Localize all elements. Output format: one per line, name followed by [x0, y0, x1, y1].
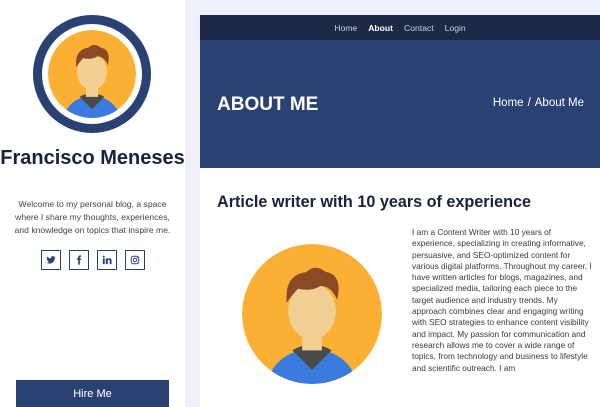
author-bio: Welcome to my personal blog, a space whe…	[14, 199, 171, 235]
breadcrumb-home[interactable]: Home	[493, 97, 524, 109]
nav-contact[interactable]: Contact	[404, 23, 434, 33]
hire-me-button[interactable]: Hire Me	[16, 380, 169, 407]
linkedin-icon[interactable]	[97, 250, 117, 270]
article-avatar-image	[242, 244, 382, 384]
layout-gutter	[185, 0, 200, 407]
avatar-illustration	[48, 30, 136, 118]
breadcrumb-current: About Me	[534, 97, 584, 109]
sidebar: Francisco Meneses Welcome to my personal…	[0, 0, 185, 407]
facebook-icon[interactable]	[69, 250, 89, 270]
nav-about[interactable]: About	[368, 23, 393, 33]
main-content: Home About Contact Login ABOUT ME Home /…	[200, 0, 600, 407]
page-title: ABOUT ME	[217, 94, 319, 115]
top-nav: Home About Contact Login	[200, 15, 600, 40]
breadcrumb: Home / About Me	[493, 97, 584, 109]
nav-login[interactable]: Login	[445, 23, 466, 33]
page-hero: ABOUT ME Home / About Me	[200, 40, 600, 168]
avatar	[33, 15, 151, 133]
article-body: I am a Content Writer with 10 years of e…	[412, 227, 592, 373]
social-links	[41, 250, 145, 270]
nav-home[interactable]: Home	[334, 23, 357, 33]
top-gutter	[200, 0, 600, 15]
article-headline: Article writer with 10 years of experien…	[217, 193, 531, 211]
instagram-icon[interactable]	[125, 250, 145, 270]
author-name: Francisco Meneses	[0, 147, 185, 169]
breadcrumb-separator: /	[527, 97, 531, 109]
twitter-icon[interactable]	[41, 250, 61, 270]
